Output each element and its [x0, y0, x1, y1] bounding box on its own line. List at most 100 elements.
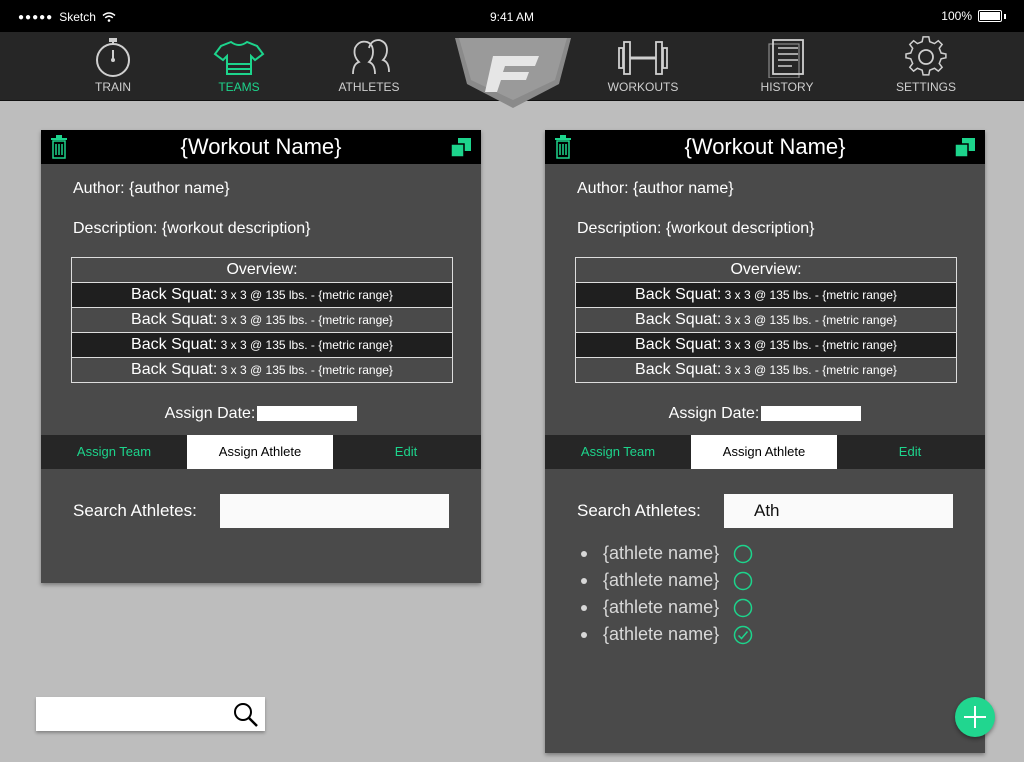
- exercise-name: Back Squat:: [131, 336, 218, 353]
- app-logo-icon[interactable]: [455, 38, 571, 108]
- list-item[interactable]: {athlete name}: [581, 621, 753, 648]
- duplicate-icon[interactable]: [955, 138, 975, 158]
- trash-icon[interactable]: [555, 135, 571, 159]
- gear-icon: [905, 36, 947, 76]
- athlete-name: {athlete name}: [603, 543, 720, 563]
- exercise-detail: 3 x 3 @ 135 lbs. - {metric range}: [217, 288, 393, 302]
- search-athletes-label: Search Athletes:: [73, 501, 197, 520]
- card-header: {Workout Name}: [545, 130, 985, 164]
- search-athletes-input[interactable]: Ath: [724, 494, 953, 528]
- card-title: {Workout Name}: [180, 134, 342, 159]
- exercise-name: Back Squat:: [131, 286, 218, 303]
- nav-item-teams[interactable]: TEAMS: [179, 36, 299, 94]
- assign-tabs: Assign Team Assign Athlete Edit: [41, 435, 481, 469]
- unchecked-circle-icon[interactable]: [733, 598, 753, 618]
- status-bar: ●●●●● Sketch 9:41 AM 100%: [0, 0, 1024, 32]
- exercise-detail: 3 x 3 @ 135 lbs. - {metric range}: [217, 363, 393, 377]
- author-text: Author: {author name}: [577, 180, 734, 197]
- description-text: Description: {workout description}: [73, 220, 311, 237]
- tab-assign-athlete[interactable]: Assign Athlete: [187, 435, 333, 469]
- nav-label-teams: TEAMS: [218, 80, 260, 94]
- list-item[interactable]: {athlete name}: [581, 540, 753, 567]
- exercise-detail: 3 x 3 @ 135 lbs. - {metric range}: [721, 363, 897, 377]
- assign-date-input[interactable]: [761, 406, 862, 422]
- assign-date-label: Assign Date:: [668, 405, 760, 422]
- overview-row: Back Squat: 3 x 3 @ 135 lbs. - {metric r…: [576, 333, 956, 358]
- duplicate-icon[interactable]: [451, 138, 471, 158]
- nav-label-workouts: WORKOUTS: [607, 80, 679, 94]
- athlete-name: {athlete name}: [603, 597, 720, 617]
- overview-row: Back Squat: 3 x 3 @ 135 lbs. - {metric r…: [72, 333, 452, 358]
- workout-card: {Workout Name} Author: {author name} Des…: [545, 130, 985, 753]
- author-text: Author: {author name}: [73, 180, 230, 197]
- battery-cap: [1004, 13, 1006, 19]
- exercise-name: Back Squat:: [635, 286, 722, 303]
- shirt-icon: [213, 40, 265, 75]
- assign-date-input[interactable]: [257, 406, 358, 422]
- overview-title: Overview:: [72, 258, 452, 283]
- tab-assign-team[interactable]: Assign Team: [545, 435, 691, 469]
- nav-item-train[interactable]: TRAIN: [53, 36, 173, 94]
- status-right: 100%: [941, 9, 1006, 23]
- athlete-results-list: {athlete name} {athlete name} {athlete n…: [581, 540, 753, 648]
- card-header: {Workout Name}: [41, 130, 481, 164]
- bullet: [581, 631, 587, 638]
- tab-assign-team[interactable]: Assign Team: [41, 435, 187, 469]
- description-text: Description: {workout description}: [577, 220, 815, 237]
- workout-card: {Workout Name} Author: {author name} Des…: [41, 130, 481, 583]
- global-search-input[interactable]: [36, 697, 265, 731]
- search-athletes-label: Search Athletes:: [577, 501, 701, 520]
- bullet: [581, 604, 587, 611]
- nav-item-workouts[interactable]: WORKOUTS: [583, 36, 703, 94]
- tab-edit[interactable]: Edit: [837, 435, 983, 469]
- search-athletes-input[interactable]: [220, 494, 449, 528]
- exercise-name: Back Squat:: [635, 361, 722, 378]
- nav-item-athletes[interactable]: ATHLETES: [309, 36, 429, 94]
- battery-label: 100%: [941, 9, 972, 23]
- nav-label-athletes: ATHLETES: [338, 80, 400, 94]
- exercise-name: Back Squat:: [131, 311, 218, 328]
- overview-table: Overview: Back Squat: 3 x 3 @ 135 lbs. -…: [575, 257, 957, 383]
- unchecked-circle-icon[interactable]: [733, 544, 753, 564]
- assign-tabs: Assign Team Assign Athlete Edit: [545, 435, 985, 469]
- list-item[interactable]: {athlete name}: [581, 594, 753, 621]
- overview-row: Back Squat: 3 x 3 @ 135 lbs. - {metric r…: [72, 358, 452, 382]
- checked-circle-icon[interactable]: [733, 625, 753, 645]
- overview-row: Back Squat: 3 x 3 @ 135 lbs. - {metric r…: [576, 283, 956, 308]
- assign-date-row: Assign Date:: [41, 405, 481, 423]
- bullet: [581, 577, 587, 584]
- exercise-detail: 3 x 3 @ 135 lbs. - {metric range}: [721, 288, 897, 302]
- athlete-name: {athlete name}: [603, 570, 720, 590]
- exercise-detail: 3 x 3 @ 135 lbs. - {metric range}: [721, 338, 897, 352]
- plus-icon: [964, 706, 986, 728]
- overview-row: Back Squat: 3 x 3 @ 135 lbs. - {metric r…: [576, 358, 956, 382]
- athletes-icon: [352, 39, 390, 75]
- nav-label-train: TRAIN: [95, 80, 131, 94]
- overview-row: Back Squat: 3 x 3 @ 135 lbs. - {metric r…: [72, 283, 452, 308]
- nav-item-settings[interactable]: SETTINGS: [866, 36, 986, 94]
- exercise-name: Back Squat:: [635, 336, 722, 353]
- exercise-name: Back Squat:: [635, 311, 722, 328]
- overview-row: Back Squat: 3 x 3 @ 135 lbs. - {metric r…: [72, 308, 452, 333]
- assign-date-row: Assign Date:: [545, 405, 985, 423]
- exercise-detail: 3 x 3 @ 135 lbs. - {metric range}: [721, 313, 897, 327]
- unchecked-circle-icon[interactable]: [733, 571, 753, 591]
- document-icon: [768, 39, 804, 78]
- nav-label-settings: SETTINGS: [895, 80, 956, 94]
- list-item[interactable]: {athlete name}: [581, 567, 753, 594]
- add-button[interactable]: [955, 697, 995, 737]
- exercise-name: Back Squat:: [131, 361, 218, 378]
- overview-title: Overview:: [576, 258, 956, 283]
- athlete-name: {athlete name}: [603, 624, 720, 644]
- barbell-icon: [618, 41, 668, 75]
- assign-date-label: Assign Date:: [164, 405, 256, 422]
- tab-edit[interactable]: Edit: [333, 435, 479, 469]
- card-title: {Workout Name}: [684, 134, 846, 159]
- overview-table: Overview: Back Squat: 3 x 3 @ 135 lbs. -…: [71, 257, 453, 383]
- tab-assign-athlete[interactable]: Assign Athlete: [691, 435, 837, 469]
- stopwatch-icon: [96, 38, 130, 77]
- battery-icon: [978, 10, 1002, 22]
- search-icon[interactable]: [233, 702, 259, 728]
- trash-icon[interactable]: [51, 135, 67, 159]
- nav-item-history[interactable]: HISTORY: [727, 36, 847, 94]
